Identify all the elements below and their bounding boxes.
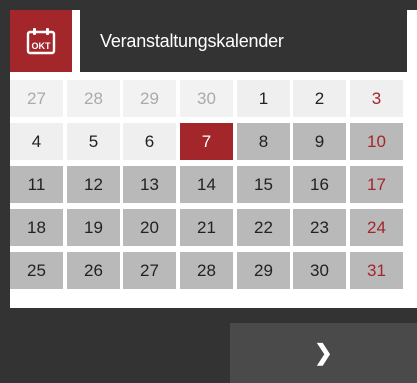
calendar-day[interactable]: 8 — [237, 123, 290, 160]
calendar-day[interactable]: 27 — [123, 252, 176, 289]
calendar-day[interactable]: 17 — [350, 166, 403, 203]
calendar-day[interactable]: 5 — [67, 123, 120, 160]
calendar-icon-svg: OKT — [26, 28, 56, 55]
calendar-day[interactable]: 18 — [10, 209, 63, 246]
calendar-day[interactable]: 4 — [10, 123, 63, 160]
calendar-day[interactable]: 10 — [350, 123, 403, 160]
calendar-day[interactable]: 13 — [123, 166, 176, 203]
calendar-day[interactable]: 30 — [180, 80, 233, 117]
calendar-day[interactable]: 31 — [350, 252, 403, 289]
calendar-day[interactable]: 6 — [123, 123, 176, 160]
calendar-day[interactable]: 26 — [67, 252, 120, 289]
calendar-day[interactable]: 2 — [293, 80, 346, 117]
calendar-day[interactable]: 28 — [180, 252, 233, 289]
calendar-day[interactable]: 29 — [237, 252, 290, 289]
header-bar: Veranstaltungskalender — [80, 10, 407, 72]
calendar-day[interactable]: 29 — [123, 80, 176, 117]
next-month-button[interactable]: ❯ — [230, 323, 417, 383]
calendar-day[interactable]: 27 — [10, 80, 63, 117]
page-title: Veranstaltungskalender — [100, 30, 284, 51]
calendar-day[interactable]: 22 — [237, 209, 290, 246]
calendar-day[interactable]: 16 — [293, 166, 346, 203]
calendar-icon: OKT — [10, 10, 72, 72]
calendar-day[interactable]: 20 — [123, 209, 176, 246]
calendar-day[interactable]: 9 — [293, 123, 346, 160]
calendar-day[interactable]: 3 — [350, 80, 403, 117]
calendar-day[interactable]: 1 — [237, 80, 290, 117]
calendar-day[interactable]: 15 — [237, 166, 290, 203]
calendar-day[interactable]: 30 — [293, 252, 346, 289]
calendar-day[interactable]: 12 — [67, 166, 120, 203]
calendar-day[interactable]: 23 — [293, 209, 346, 246]
calendar-day[interactable]: 21 — [180, 209, 233, 246]
calendar-day[interactable]: 24 — [350, 209, 403, 246]
calendar-day[interactable]: 11 — [10, 166, 63, 203]
calendar-grid: 27 28 29 30 1 2 3 4 5 6 7 8 9 10 11 12 13 14 15 16 17 18 19 20 2… — [10, 80, 407, 289]
calendar-day[interactable]: 14 — [180, 166, 233, 203]
calendar-day[interactable]: 25 — [10, 252, 63, 289]
calendar-icon-month: OKT — [32, 41, 52, 51]
calendar-day-today[interactable]: 7 — [180, 123, 233, 160]
calendar-day[interactable]: 19 — [67, 209, 120, 246]
calendar-day[interactable]: 28 — [67, 80, 120, 117]
chevron-right-icon: ❯ — [314, 340, 333, 365]
